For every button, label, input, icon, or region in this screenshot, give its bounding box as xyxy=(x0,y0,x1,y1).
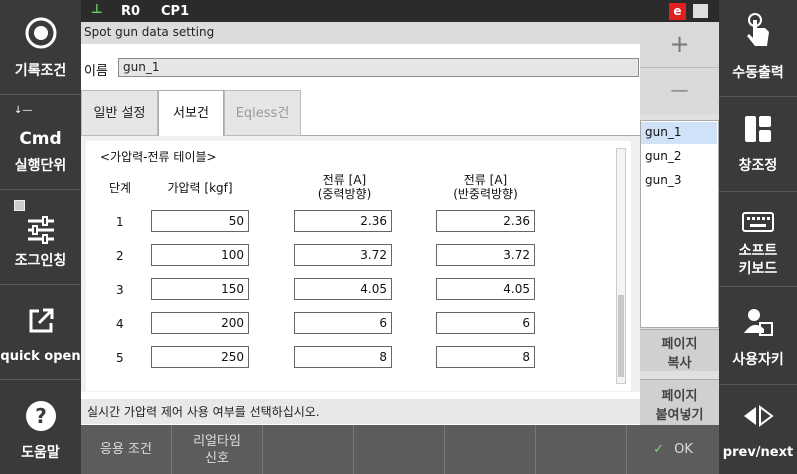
current-antigravity-input[interactable]: 8 xyxy=(436,346,535,368)
header-step: 단계 xyxy=(108,181,132,195)
scrollbar-thumb[interactable] xyxy=(618,295,624,377)
force-input[interactable]: 250 xyxy=(151,346,249,368)
header-current-antigravity-sub: (반중력방향) xyxy=(453,187,518,201)
checkbox-icon xyxy=(0,196,81,215)
current-gravity-input[interactable]: 2.36 xyxy=(294,210,392,232)
page-copy-label-2: 복사 xyxy=(667,356,692,371)
touch-icon xyxy=(719,12,797,52)
external-link-icon xyxy=(0,307,81,339)
current-antigravity-input[interactable]: 6 xyxy=(436,312,535,334)
exec-unit-button[interactable]: ↓— Cmd 실행단위 xyxy=(0,95,81,190)
current-gravity-input[interactable]: 6 xyxy=(294,312,392,334)
prev-next-icon xyxy=(719,405,797,431)
current-antigravity-input[interactable]: 2.36 xyxy=(436,210,535,232)
record-condition-label: 기록조건 xyxy=(14,63,67,79)
row-step: 5 xyxy=(116,351,124,365)
tab-general[interactable]: 일반 설정 xyxy=(81,90,158,136)
record-condition-button[interactable]: 기록조건 xyxy=(0,0,81,95)
header-force: 가압력 [kgf] xyxy=(167,181,233,195)
layout-icon xyxy=(719,115,797,147)
current-gravity-input[interactable]: 4.05 xyxy=(294,278,392,300)
prev-next-button[interactable]: prev/next xyxy=(719,385,797,474)
name-input[interactable]: gun_1 xyxy=(118,58,639,77)
manual-output-label: 수동출력 xyxy=(732,65,784,81)
e-badge: e xyxy=(669,3,686,20)
network-icon: ⊥ xyxy=(91,2,103,17)
ok-label: OK xyxy=(674,442,693,457)
current-gravity-input[interactable]: 8 xyxy=(294,346,392,368)
window-arrange-label: 창조정 xyxy=(738,158,778,174)
battery-icon xyxy=(693,4,708,18)
tab-servo-gun[interactable]: 서보건 xyxy=(158,90,224,137)
page-copy-button[interactable]: 페이지 복사 xyxy=(640,329,719,371)
remove-button[interactable]: — xyxy=(640,68,719,114)
force-input[interactable]: 50 xyxy=(151,210,249,232)
current-gravity-input[interactable]: 3.72 xyxy=(294,244,392,266)
tab-eqless-gun[interactable]: Eqless건 xyxy=(224,90,301,136)
row-step: 1 xyxy=(116,215,124,229)
program-indicator: CP1 xyxy=(161,4,190,19)
soft-keyboard-label-1: 소프트 xyxy=(738,243,778,259)
page-paste-label-2: 붙여넣기 xyxy=(655,408,704,423)
name-label: 이름 xyxy=(84,64,108,79)
robot-indicator: R0 xyxy=(121,4,141,19)
current-antigravity-input[interactable]: 4.05 xyxy=(436,278,535,300)
manual-output-button[interactable]: 수동출력 xyxy=(719,0,797,97)
signal-label: 신호 xyxy=(205,451,229,466)
left-menu: 기록조건 ↓— Cmd 실행단위 조그인칭 quick open ? 도움말 xyxy=(0,0,81,474)
realtime-signal-button[interactable]: 리얼타임 신호 xyxy=(172,425,263,474)
sliders-icon xyxy=(0,216,81,248)
row-step: 2 xyxy=(116,249,124,263)
window-title: Spot gun data setting xyxy=(81,22,640,44)
empty-function-button[interactable] xyxy=(445,425,536,474)
step-icon: ↓— xyxy=(14,105,33,116)
add-button[interactable]: + xyxy=(640,22,719,68)
record-icon xyxy=(0,16,81,54)
force-input[interactable]: 150 xyxy=(151,278,249,300)
message-bar: 실시간 가압력 제어 사용 여부를 선택하십시오. xyxy=(81,399,719,424)
row-step: 4 xyxy=(116,317,124,331)
quick-open-button[interactable]: quick open xyxy=(0,285,81,380)
cmd-label: Cmd xyxy=(19,129,62,149)
help-button[interactable]: ? 도움말 xyxy=(0,380,81,474)
list-item[interactable]: gun_1 xyxy=(641,122,717,144)
check-icon: ✓ xyxy=(653,442,664,457)
prev-next-label: prev/next xyxy=(722,445,794,460)
page-copy-label-1: 페이지 xyxy=(661,337,698,352)
soft-keyboard-label-2: 키보드 xyxy=(738,261,778,277)
force-input[interactable]: 100 xyxy=(151,244,249,266)
user-key-button[interactable]: 사용자키 xyxy=(719,287,797,385)
ok-button[interactable]: ✓ OK xyxy=(627,425,719,474)
jog-inching-label: 조그인칭 xyxy=(14,253,67,269)
exec-unit-label: 실행단위 xyxy=(14,158,67,174)
help-label: 도움말 xyxy=(21,445,60,461)
keyboard-icon xyxy=(719,212,797,236)
status-bar: ⊥ R0 CP1 e xyxy=(81,0,719,22)
header-current-gravity-sub: (중력방향) xyxy=(317,187,372,201)
user-key-label: 사용자키 xyxy=(732,352,784,368)
svg-text:?: ? xyxy=(35,404,47,428)
current-antigravity-input[interactable]: 3.72 xyxy=(436,244,535,266)
empty-function-button[interactable] xyxy=(536,425,627,474)
empty-function-button[interactable] xyxy=(263,425,354,474)
empty-function-button[interactable] xyxy=(354,425,445,474)
soft-keyboard-button[interactable]: 소프트 키보드 xyxy=(719,192,797,287)
table-title: <가압력-전류 테이블> xyxy=(100,150,217,164)
row-step: 3 xyxy=(116,283,124,297)
help-icon: ? xyxy=(0,400,81,436)
user-key-icon xyxy=(719,307,797,341)
page-paste-label-1: 페이지 xyxy=(661,389,698,404)
list-item[interactable]: gun_2 xyxy=(641,146,717,168)
window-arrange-button[interactable]: 창조정 xyxy=(719,97,797,192)
quick-open-label: quick open xyxy=(0,349,81,364)
page-paste-button[interactable]: 페이지 붙여넣기 xyxy=(640,379,719,425)
right-menu: 수동출력 창조정 소프트 키보드 사용자키 prev/next xyxy=(719,0,797,474)
list-item[interactable]: gun_3 xyxy=(641,170,717,192)
force-input[interactable]: 200 xyxy=(151,312,249,334)
realtime-label: 리얼타임 xyxy=(193,434,241,449)
application-condition-button[interactable]: 응용 조건 xyxy=(81,425,172,474)
jog-inching-button[interactable]: 조그인칭 xyxy=(0,190,81,285)
